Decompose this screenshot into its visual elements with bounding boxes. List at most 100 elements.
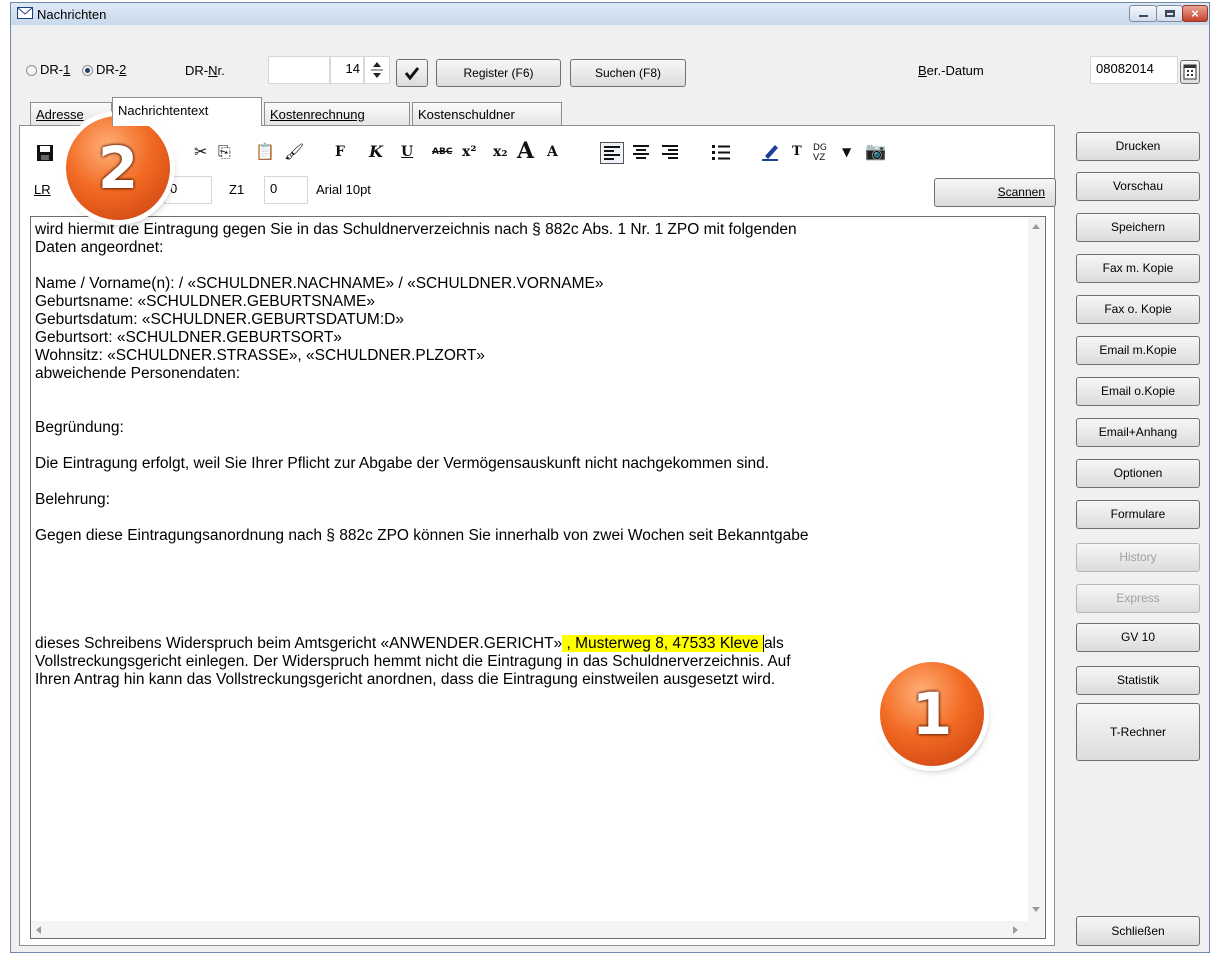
fax-ohne-kopie-label: Fax o. Kopie — [1104, 302, 1172, 316]
horizontal-scrollbar[interactable] — [31, 921, 1045, 938]
align-right-icon[interactable] — [659, 142, 681, 162]
fax-mit-kopie-button[interactable]: Fax m. Kopie — [1076, 254, 1200, 283]
statistik-button[interactable]: Statistik — [1076, 666, 1200, 695]
vertical-scrollbar[interactable] — [1028, 217, 1045, 921]
camera-icon[interactable]: 📷 — [865, 141, 886, 163]
subscript-icon[interactable]: x₂ — [493, 141, 507, 163]
paste-icon[interactable]: 📋 — [255, 141, 275, 163]
radio-dr2-label[interactable]: DR-2 — [96, 62, 126, 77]
vorschau-label: Vorschau — [1112, 179, 1164, 193]
confirm-button[interactable] — [396, 59, 428, 87]
email-ohne-kopie-button[interactable]: Email o.Kopie — [1076, 377, 1200, 406]
calendar-button[interactable] — [1180, 60, 1200, 84]
t-rechner-label: T-Rechner — [1109, 725, 1167, 739]
format-brush-icon[interactable]: 🖌 — [284, 141, 304, 163]
editor-line: wird hiermit die Eintragung gegen Sie in… — [35, 221, 797, 238]
tab-kostenschuldner[interactable]: Kostenschuldner — [412, 102, 562, 125]
bullet-list-icon[interactable] — [710, 142, 732, 162]
minimize-button[interactable] — [1129, 5, 1157, 22]
dgvz-icon[interactable]: DG VZ — [813, 143, 827, 163]
drnr-spinner[interactable] — [364, 56, 390, 84]
editor-line: Ihren Antrag hin kann das Vollstreckungs… — [35, 671, 776, 688]
fax-ohne-kopie-button[interactable]: Fax o. Kopie — [1076, 295, 1200, 324]
t-rechner-button[interactable]: T-Rechner — [1076, 703, 1200, 761]
strikethrough-icon[interactable]: ABC — [432, 141, 452, 163]
scroll-up-icon[interactable] — [1031, 223, 1041, 231]
title-bar[interactable]: Nachrichten × — [11, 3, 1209, 25]
italic-icon[interactable]: K — [369, 141, 383, 163]
email-mit-kopie-button[interactable]: Email m.Kopie — [1076, 336, 1200, 365]
editor-line: Begründung: — [35, 419, 124, 436]
highlight-pen-icon[interactable] — [760, 142, 782, 162]
line-hl-before: dieses Schreibens Widerspruch beim Amtsg… — [35, 635, 563, 652]
drucken-label: Drucken — [1115, 139, 1161, 153]
callout-badge-2: 2 — [66, 116, 170, 220]
grow-font-icon[interactable]: A — [517, 140, 534, 162]
express-label: Express — [1116, 591, 1160, 605]
lr-label-text: LR — [34, 182, 51, 197]
text-icon[interactable]: T — [792, 141, 802, 163]
ber-datum-label: Ber.-Datum — [918, 63, 984, 78]
schliessen-button[interactable]: Schließen — [1076, 916, 1200, 946]
dropdown-icon[interactable]: ▼ — [842, 141, 851, 163]
scannen-label: Scannen — [997, 185, 1045, 199]
highlighted-address: , Musterweg 8, 47533 Kleve — [562, 635, 763, 652]
scroll-down-icon[interactable] — [1031, 905, 1041, 913]
gv10-button[interactable]: GV 10 — [1076, 623, 1200, 652]
message-editor[interactable]: wird hiermit die Eintragung gegen Sie in… — [30, 216, 1046, 939]
scannen-button[interactable]: Scannen — [934, 178, 1056, 207]
register-button[interactable]: Register (F6) — [436, 59, 561, 87]
superscript-icon[interactable]: x² — [462, 141, 476, 163]
radio-dr1-label[interactable]: DR-1 — [40, 62, 70, 77]
maximize-button[interactable] — [1156, 5, 1183, 22]
editor-line: Die Eintragung erfolgt, weil Sie Ihrer P… — [35, 455, 770, 472]
editor-line: Geburtsort: «SCHULDNER.GEBURTSORT» — [35, 329, 342, 346]
shrink-font-icon[interactable]: A — [547, 141, 558, 163]
vorschau-button[interactable]: Vorschau — [1076, 172, 1200, 201]
underline-icon[interactable]: U — [401, 141, 413, 163]
editor-line: Belehrung: — [35, 491, 110, 508]
spinner-arrows-icon — [371, 62, 383, 78]
suchen-button[interactable]: Suchen (F8) — [570, 59, 686, 87]
gv10-label: GV 10 — [1120, 630, 1156, 644]
optionen-label: Optionen — [1113, 466, 1163, 480]
radio-dr2[interactable] — [82, 65, 93, 76]
tab-kostenrechnung[interactable]: Kostenrechnung — [264, 102, 410, 125]
date-input[interactable]: 08082014 — [1090, 56, 1178, 84]
align-left-button[interactable] — [600, 142, 624, 164]
envelope-icon — [17, 7, 33, 19]
optionen-button[interactable]: Optionen — [1076, 459, 1200, 488]
z1-label: Z1 — [229, 182, 245, 197]
lr-input[interactable]: 0 — [164, 176, 212, 204]
cut-icon[interactable]: ✂ — [194, 141, 207, 163]
scroll-right-icon[interactable] — [1011, 925, 1019, 935]
tab-nachrichtentext[interactable]: Nachrichtentext — [112, 97, 262, 126]
calendar-icon — [1183, 64, 1197, 80]
bold-icon[interactable]: F — [335, 141, 345, 163]
drucken-button[interactable]: Drucken — [1076, 132, 1200, 161]
history-button: History — [1076, 543, 1200, 572]
align-center-icon[interactable] — [630, 142, 652, 162]
drnr-label: DR-Nr. — [185, 63, 225, 78]
drnr-input[interactable] — [268, 56, 330, 84]
window-title: Nachrichten — [37, 7, 107, 22]
editor-line: Gegen diese Eintragungsanordnung nach § … — [35, 527, 809, 544]
statistik-label: Statistik — [1116, 673, 1159, 687]
tab-kostenrechnung-label: Kostenrechnung — [270, 107, 365, 122]
line-hl-after: als — [762, 635, 784, 652]
scroll-left-icon[interactable] — [35, 925, 43, 935]
formulare-button[interactable]: Formulare — [1076, 500, 1200, 529]
email-anhang-label: Email+Anhang — [1098, 425, 1178, 439]
close-button[interactable]: × — [1182, 5, 1208, 22]
font-info: Arial 10pt — [316, 182, 371, 197]
radio-dr1[interactable] — [26, 65, 37, 76]
schliessen-label: Schließen — [1111, 924, 1165, 938]
z1-input[interactable]: 0 — [264, 176, 308, 204]
email-mit-kopie-label: Email m.Kopie — [1099, 343, 1177, 357]
drnr-spin-value[interactable]: 14 — [330, 56, 364, 84]
copy-icon[interactable]: ⎘ — [218, 141, 231, 163]
speichern-button[interactable]: Speichern — [1076, 213, 1200, 242]
email-anhang-button[interactable]: Email+Anhang — [1076, 418, 1200, 447]
save-icon[interactable] — [36, 144, 56, 162]
tab-kostenschuldner-label: Kostenschuldner — [418, 107, 515, 122]
